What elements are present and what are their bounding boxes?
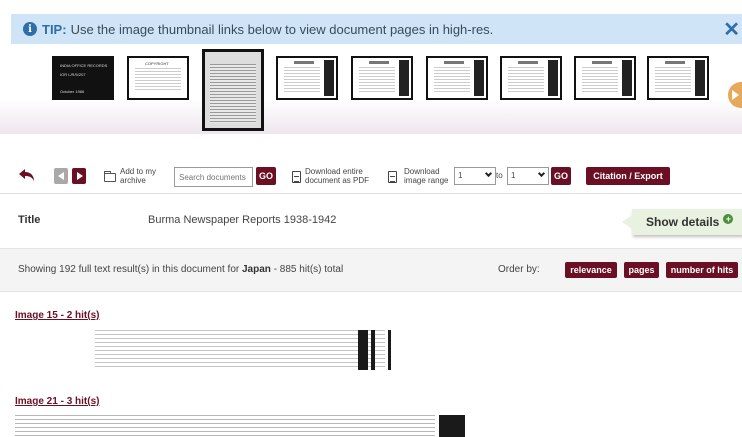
thumbnail-7[interactable] [500,56,562,100]
thumbnail-strip: INDIA OFFICE RECORDS IOR L/R/5/207 Octob… [0,44,742,134]
thumbnail-9-text [655,67,691,93]
snippet-dark-edge [388,330,391,370]
thumbnail-9-heading [665,61,685,64]
thumbnail-9-edge [695,60,705,96]
thumbnail-7-heading [518,61,538,64]
range-from-value: 1 [458,171,463,180]
tip-label: TIP: [42,21,67,37]
thumbnail-5[interactable] [351,56,413,100]
download-range-label: Download image range [404,167,449,185]
order-pages-button[interactable]: pages [624,262,659,278]
results-suffix: - 885 hit(s) total [273,264,344,275]
thumbnail-5-edge [399,60,409,96]
citation-export-button[interactable]: Citation / Export [586,167,670,185]
chevron-left-icon [58,172,64,180]
hit-link-image-15[interactable]: Image 15 - 2 hit(s) [15,310,99,321]
tip-text: Use the image thumbnail links below to v… [70,21,494,37]
snippet-text [95,330,385,370]
close-icon[interactable]: ✕ [723,17,740,42]
plus-circle-icon: + [723,214,734,224]
thumbnail-3-text [210,64,256,123]
thumbnail-6-edge [474,60,484,96]
thumbnail-3-selected[interactable] [202,49,264,131]
snippet-dark-edge [358,330,368,370]
thumbnail-next-button[interactable] [728,82,742,108]
thumbnail-5-text [359,67,395,93]
search-documents-input[interactable] [174,167,253,187]
thumbnail-9[interactable] [647,56,709,100]
hit-snippet-image-15[interactable] [15,330,395,370]
download-pdf-link[interactable]: Download entire document as PDF [305,167,385,185]
thumbnail-6-text [434,67,470,93]
results-summary: Showing 192 full text result(s) in this … [18,264,343,275]
range-to-select[interactable]: 1 [507,167,549,185]
thumbnail-7-edge [548,60,558,96]
range-go-button[interactable]: GO [551,167,571,185]
order-number-of-hits-button[interactable]: number of hits [666,262,738,278]
info-icon: i [23,22,37,36]
order-relevance-button[interactable]: relevance [565,262,617,278]
thumbnail-4-text [284,67,320,93]
thumbnail-8-text [582,67,618,93]
thumbnail-4[interactable] [276,56,338,100]
thumbnail-1-line-2: IOR L/R/5/207 [60,72,86,77]
folder-icon[interactable] [104,171,116,182]
thumbnail-2-title: COPYRIGHT [145,61,169,66]
thumbnail-2[interactable]: COPYRIGHT [127,56,189,100]
thumbnail-6-heading [444,61,464,64]
hit-link-image-21[interactable]: Image 21 - 3 hit(s) [15,396,99,407]
search-go-button[interactable]: GO [256,167,276,185]
tip-banner: i TIP: Use the image thumbnail links bel… [11,14,742,44]
thumbnail-1[interactable]: INDIA OFFICE RECORDS IOR L/R/5/207 Octob… [52,56,114,100]
previous-page-button[interactable] [54,168,68,184]
range-to-label: to [496,171,503,180]
results-prefix: Showing 192 full text result(s) in this … [18,264,240,275]
thumbnail-4-heading [294,61,314,64]
thumbnail-5-heading [369,61,389,64]
order-by-label: Order by: [498,264,540,275]
range-from-select[interactable]: 1 [454,167,496,185]
snippet-dark-edge [439,415,465,437]
thumbnail-8-heading [592,61,612,64]
thumbnail-1-line-3: October 1966 [60,89,85,94]
search-term: Japan [242,264,271,275]
chevron-down-icon [537,169,546,178]
snippet-dark-edge [371,330,375,370]
range-to-value: 1 [511,171,516,180]
chevron-down-icon [484,169,493,178]
snippet-text [15,415,435,437]
thumbnail-4-edge [324,60,334,96]
thumbnail-8[interactable] [574,56,636,100]
add-to-archive-link[interactable]: Add to my archive [120,167,164,185]
hit-snippet-image-21[interactable] [15,415,465,437]
thumbnail-7-text [508,67,544,93]
thumbnail-6[interactable] [426,56,488,100]
next-page-button[interactable] [72,168,86,184]
results-bar: Showing 192 full text result(s) in this … [0,248,742,292]
document-toolbar: Add to my archive GO Download entire doc… [0,158,742,194]
thumbnail-2-text [135,68,181,92]
show-details-button[interactable]: Show details + [622,209,742,235]
thumbnail-1-line-1: INDIA OFFICE RECORDS [60,63,108,68]
title-label: Title [18,214,41,226]
pdf-document-icon[interactable] [292,171,301,183]
title-value: Burma Newspaper Reports 1938-1942 [148,214,337,226]
chevron-right-icon [77,172,83,180]
thumbnail-8-edge [622,60,632,96]
image-range-document-icon[interactable] [388,171,397,183]
play-arrow-icon [732,90,739,100]
back-arrow-icon[interactable] [18,166,36,184]
show-details-label: Show details [646,215,720,229]
